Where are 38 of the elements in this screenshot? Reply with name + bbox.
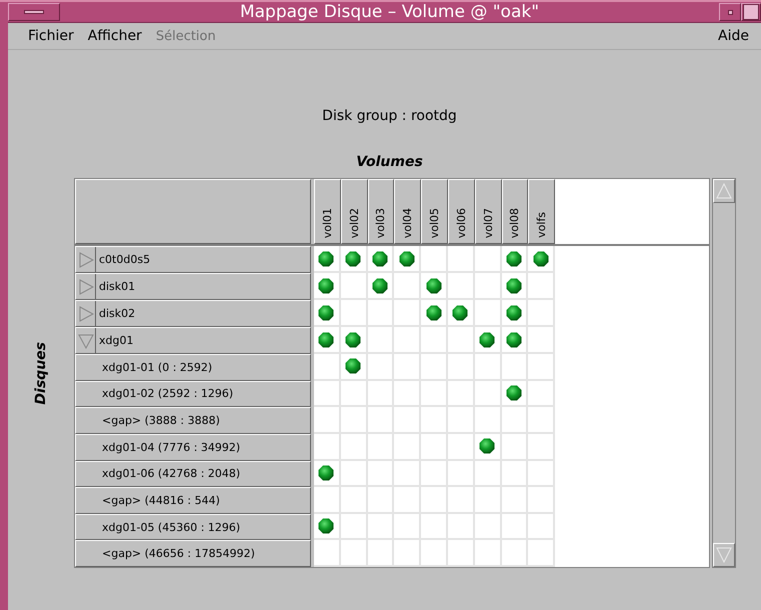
volume-column-header[interactable]: vol07 [474,179,502,244]
vertical-scrollbar[interactable] [712,178,736,568]
disk-row-header[interactable]: c0t0d0s5 [75,246,311,274]
subdisk-row-header[interactable]: xdg01-05 (45360 : 1296) [75,514,311,540]
disks-axis-title: Disques [33,342,49,404]
volume-column-header[interactable]: vol05 [421,179,448,244]
volumes-axis-title: Volumes [355,154,424,170]
window-title: Mappage Disque – Volume @ "oak" [238,2,540,22]
subdisk-row-header[interactable]: xdg01-04 (7776 : 34992) [75,434,311,460]
disk-row-header[interactable]: xdg01 [75,327,311,354]
disk-group-label: Disk group : rootdg [321,108,458,124]
subdisk-row-header[interactable]: xdg01-02 (2592 : 1296) [75,380,311,408]
subdisk-row-header[interactable]: xdg01-06 (42768 : 2048) [75,460,311,488]
subdisk-row-header[interactable]: <gap> (44816 : 544) [75,487,311,514]
disk-name: disk02 [99,307,136,320]
menu-item[interactable]: Fichier [28,28,74,44]
maximize-button[interactable] [741,3,761,21]
volume-column-header[interactable]: vol04 [394,179,422,244]
disk-name: xdg01 [99,334,134,348]
scroll-up-button[interactable] [713,179,735,203]
scroll-down-button[interactable] [713,543,735,567]
disk-row-header[interactable]: disk01 [75,273,311,300]
subdisk-row-header[interactable]: <gap> (3888 : 3888) [75,407,311,434]
volume-column-header[interactable]: volfs [528,179,556,244]
disk-row-header[interactable]: disk02 [75,300,311,328]
volume-column-header[interactable]: vol03 [368,179,394,244]
minimize-button[interactable] [719,3,741,21]
disk-name: c0t0d0s5 [99,253,150,266]
volume-column-header[interactable]: vol06 [448,179,475,244]
volume-column-header[interactable]: vol08 [502,179,528,244]
menu-item[interactable]: Aide [718,28,749,44]
volume-column-header[interactable]: vol01 [314,179,341,244]
window-menu-button[interactable] [8,3,60,21]
subdisk-row-header[interactable]: <gap> (46656 : 17854992) [75,540,311,567]
subdisk-row-header[interactable]: xdg01-01 (0 : 2592) [75,354,311,381]
menu-item[interactable]: Afficher [88,28,142,44]
volume-column-header[interactable]: vol02 [340,179,368,244]
disk-name: disk01 [99,280,136,294]
